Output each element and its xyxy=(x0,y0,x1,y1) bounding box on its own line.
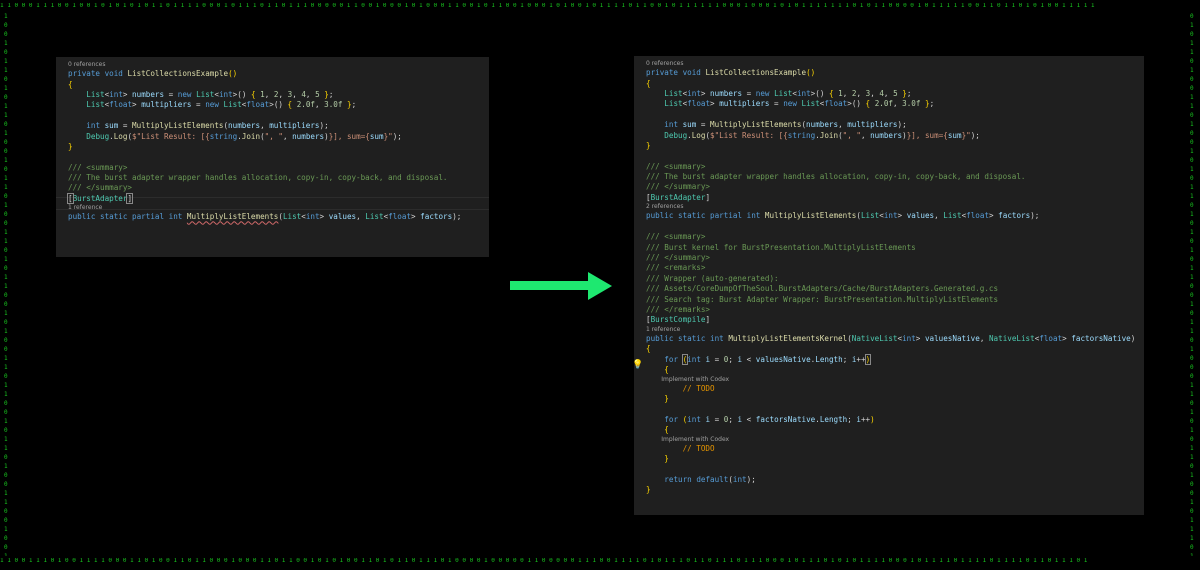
doc-comment: /// <summary> xyxy=(646,232,706,242)
code-line: private void ListCollectionsExample() xyxy=(646,68,816,78)
code-lens-references[interactable]: 1 reference xyxy=(68,204,461,212)
binary-border-left: 1 0 0 1 0 1 1 0 1 0 1 1 0 1 0 0 1 0 1 1 … xyxy=(4,13,8,556)
code-panel-after: 0 references private void ListCollection… xyxy=(634,56,1144,515)
code-line: for (int i = 0; i < factorsNative.Length… xyxy=(664,414,875,424)
doc-comment: /// </summary> xyxy=(68,183,133,193)
code-line: } xyxy=(664,394,669,404)
doc-comment: /// Burst kernel for BurstPresentation.M… xyxy=(646,242,916,252)
code-lens-references[interactable]: 2 references xyxy=(646,203,1135,211)
code-block-before: 0 references private void ListCollection… xyxy=(67,61,462,223)
code-block-after: 0 references private void ListCollection… xyxy=(646,60,1135,496)
code-line: } xyxy=(664,454,669,464)
code-line: public static partial int MultiplyListEl… xyxy=(68,212,462,222)
code-line: List<float> multipliers = new List<float… xyxy=(664,99,935,109)
code-line: { xyxy=(664,365,669,375)
doc-comment: /// </remarks> xyxy=(646,304,711,314)
binary-border-right: 0 1 0 1 1 0 1 0 0 1 1 0 1 0 0 1 0 1 0 1 … xyxy=(1190,13,1194,556)
code-lens-references[interactable]: 0 references xyxy=(68,61,461,69)
code-line: int sum = MultiplyListElements(numbers, … xyxy=(86,121,329,131)
code-line: } xyxy=(646,485,651,495)
doc-comment: /// <remarks> xyxy=(646,263,706,273)
code-line: int sum = MultiplyListElements(numbers, … xyxy=(664,120,907,130)
attribute-line: [BurstCompile] xyxy=(646,315,711,325)
code-line: for (int i = 0; i < valuesNative.Length;… xyxy=(664,353,872,365)
code-line: // TODO xyxy=(682,383,715,393)
doc-comment: /// The burst adapter wrapper handles al… xyxy=(68,173,448,183)
code-line: public static int MultiplyListElementsKe… xyxy=(646,333,1136,343)
doc-comment: /// <summary> xyxy=(68,162,128,172)
code-line: { xyxy=(664,425,669,435)
doc-comment: /// Assets/CoreDumpOfTheSoul.BurstAdapte… xyxy=(646,284,999,294)
doc-comment: /// The burst adapter wrapper handles al… xyxy=(646,172,1026,182)
code-line: return default(int); xyxy=(664,475,756,484)
code-line: public static partial int MultiplyListEl… xyxy=(646,211,1040,221)
code-line: // TODO xyxy=(682,443,715,453)
code-line: Debug.Log($"List Result: [{string.Join("… xyxy=(86,131,402,141)
lightbulb-icon[interactable]: 💡 xyxy=(632,360,643,370)
code-line: { xyxy=(646,78,651,88)
code-lens-references[interactable]: 1 reference xyxy=(646,326,1135,334)
attribute-line[interactable]: [BurstAdapter] xyxy=(67,192,461,204)
doc-comment: /// </summary> xyxy=(646,182,711,192)
code-line: List<int> numbers = new List<int>() { 1,… xyxy=(664,88,912,98)
code-line: Debug.Log($"List Result: [{string.Join("… xyxy=(664,130,980,140)
implement-with-codex-link[interactable]: Implement with Codex xyxy=(646,436,1135,444)
doc-comment: /// </summary> xyxy=(646,253,711,263)
right-arrow-icon xyxy=(510,272,612,300)
binary-border-top: 1 1 0 0 0 1 1 1 0 0 1 0 0 1 0 1 0 1 0 1 … xyxy=(0,3,1095,9)
code-line: List<float> multipliers = new List<float… xyxy=(86,100,357,110)
code-line: List<int> numbers = new List<int>() { 1,… xyxy=(86,89,334,99)
doc-comment: /// <summary> xyxy=(646,161,706,171)
implement-with-codex-link[interactable]: Implement with Codex xyxy=(646,376,1135,384)
code-line: } xyxy=(646,140,651,150)
code-line: private void ListCollectionsExample() xyxy=(68,69,238,79)
code-line: { xyxy=(646,344,651,354)
code-panel-before: 0 references private void ListCollection… xyxy=(56,57,489,257)
attribute-line: [BurstAdapter] xyxy=(646,192,711,202)
code-lens-references[interactable]: 0 references xyxy=(646,60,1135,68)
doc-comment: /// Search tag: Burst Adapter Wrapper: B… xyxy=(646,294,999,304)
binary-border-bottom: 1 1 0 0 1 1 1 0 1 0 0 1 1 1 1 0 0 0 1 1 … xyxy=(0,558,1088,564)
doc-comment: /// Wrapper (auto-generated): xyxy=(646,273,779,283)
code-line: } xyxy=(68,141,73,151)
code-line: { xyxy=(68,79,73,89)
